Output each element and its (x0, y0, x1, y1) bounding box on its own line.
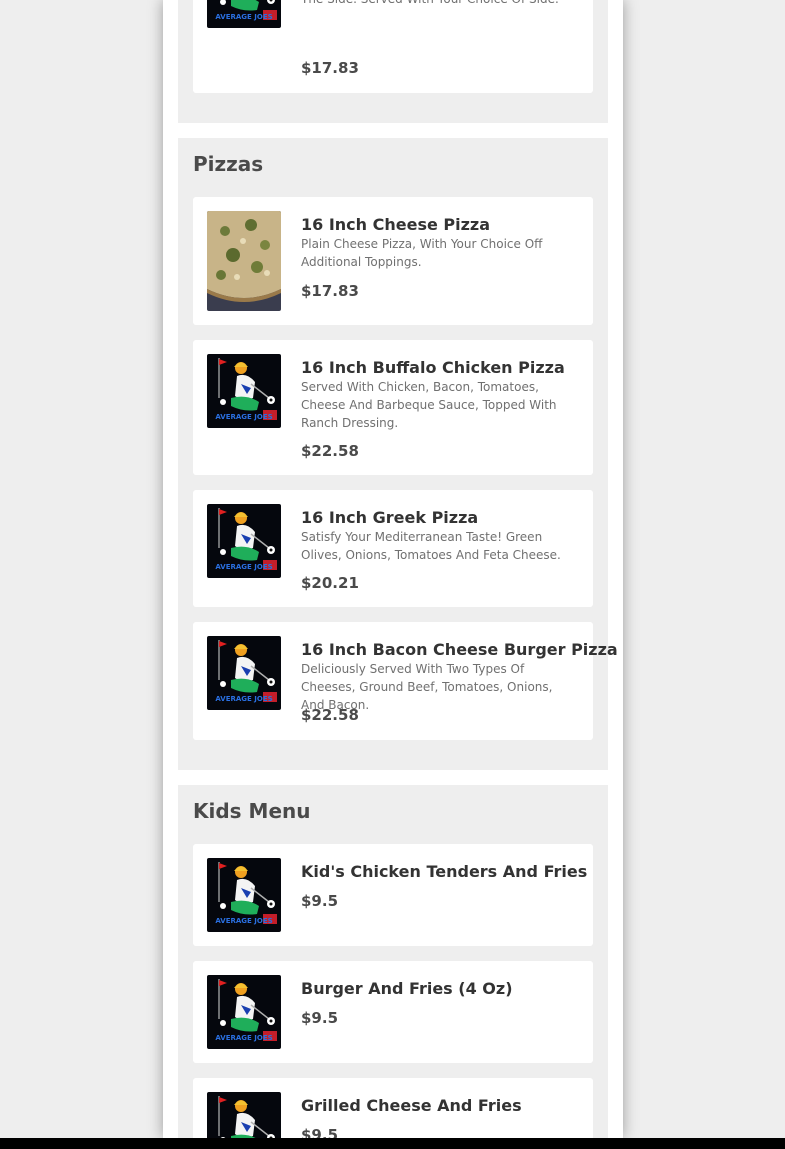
item-logo-image: AVERAGE JOES (207, 858, 281, 932)
svg-text:AVERAGE JOES: AVERAGE JOES (215, 917, 272, 925)
item-name: 16 Inch Cheese Pizza (301, 215, 491, 234)
item-logo-image: AVERAGE JOES (207, 975, 281, 1049)
item-description: Served With Chicken, Bacon, Tomatoes, Ch… (301, 380, 557, 430)
pizzas-section: Pizzas 16 Inch Cheese Pizza Plain Cheese… (178, 138, 618, 770)
item-price: $20.21 (301, 574, 359, 592)
menu-item-card[interactable]: AVERAGE JOES 16 Inch Bacon Cheese Burger… (193, 622, 618, 740)
pizza-photo-image (207, 211, 281, 311)
item-logo-image: AVERAGE JOES (207, 354, 281, 428)
menu-item-card[interactable]: AVERAGE JOES Grilled Cheese And Fries $9… (193, 1078, 593, 1138)
item-description: Plain Cheese Pizza, With Your Choice Off… (301, 237, 543, 269)
menu-item-card[interactable]: AVERAGE JOES 16 Inch Buffalo Chicken Piz… (193, 340, 593, 475)
menu-page: AVERAGE JOES Two Perch Tacos, Topped Wit… (163, 0, 623, 1138)
item-price: $9.5 (301, 1009, 339, 1027)
item-name: 16 Inch Bacon Cheese Burger Pizza (301, 640, 618, 659)
item-logo-image: AVERAGE JOES (207, 0, 281, 28)
item-logo-image: AVERAGE JOES (207, 636, 281, 710)
menu-item-card[interactable]: AVERAGE JOES Two Perch Tacos, Topped Wit… (193, 0, 593, 93)
item-name: 16 Inch Buffalo Chicken Pizza (301, 358, 565, 377)
svg-text:AVERAGE JOES: AVERAGE JOES (215, 695, 272, 703)
section-title: Pizzas (193, 152, 264, 176)
item-price: $9.5 (301, 892, 339, 910)
kids-menu-section: Kids Menu AVERAGE JOES Kid's Chicken Ten… (178, 785, 608, 1138)
menu-item-card[interactable]: 16 Inch Cheese Pizza Plain Cheese Pizza,… (193, 197, 593, 325)
svg-text:AVERAGE JOES: AVERAGE JOES (215, 1034, 272, 1042)
item-price: $17.83 (301, 59, 359, 77)
svg-text:AVERAGE JOES: AVERAGE JOES (215, 413, 272, 421)
item-price: $17.83 (301, 282, 359, 300)
item-logo-image: AVERAGE JOES (207, 1092, 281, 1138)
item-price: $22.58 (301, 706, 359, 724)
item-description: Two Perch Tacos, Topped With Creamy Cole… (301, 0, 576, 8)
item-price: $22.58 (301, 442, 359, 460)
menu-item-card[interactable]: AVERAGE JOES 16 Inch Greek Pizza Satisfy… (193, 490, 593, 607)
item-name: Burger And Fries (4 Oz) (301, 979, 513, 998)
menu-item-card[interactable]: AVERAGE JOES Burger And Fries (4 Oz) $9.… (193, 961, 593, 1063)
item-logo-image: AVERAGE JOES (207, 504, 281, 578)
bottom-bar (0, 1138, 785, 1149)
svg-text:AVERAGE JOES: AVERAGE JOES (215, 563, 272, 571)
item-name: Grilled Cheese And Fries (301, 1096, 522, 1115)
item-name: 16 Inch Greek Pizza (301, 508, 479, 527)
menu-item-card[interactable]: AVERAGE JOES Kid's Chicken Tenders And F… (193, 844, 593, 946)
item-name: Kid's Chicken Tenders And Fries (301, 862, 588, 881)
item-description: Satisfy Your Mediterranean Taste! Green … (301, 530, 561, 562)
item-price: $9.5 (301, 1126, 339, 1138)
section-title: Kids Menu (193, 799, 311, 823)
svg-text:AVERAGE JOES: AVERAGE JOES (215, 13, 272, 21)
previous-section: AVERAGE JOES Two Perch Tacos, Topped Wit… (178, 0, 608, 123)
